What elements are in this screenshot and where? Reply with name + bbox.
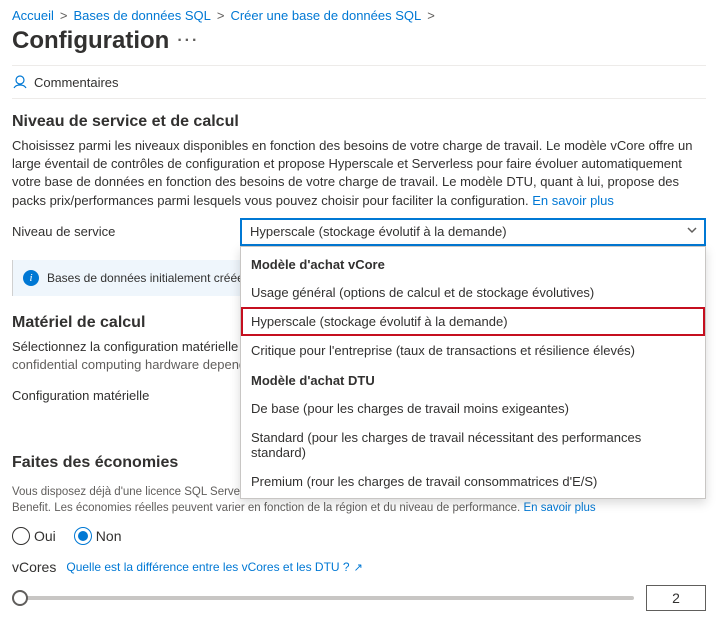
- hybrid-benefit-radio-group: Oui Non: [12, 527, 706, 545]
- service-tier-dropdown: Modèle d'achat vCore Usage général (opti…: [240, 246, 706, 499]
- service-tier-selected-value: Hyperscale (stockage évolutif à la deman…: [250, 224, 507, 239]
- option-general-purpose[interactable]: Usage général (options de calcul et de s…: [241, 278, 705, 307]
- tier-description: Choisissez parmi les niveaux disponibles…: [12, 137, 706, 210]
- savings-learn-more-link[interactable]: En savoir plus: [523, 502, 595, 514]
- tier-info-text: Bases de données initialement créées de: [47, 271, 266, 285]
- tier-learn-more-link[interactable]: En savoir plus: [532, 193, 614, 208]
- feedback-icon: [12, 74, 28, 90]
- feedback-button[interactable]: Commentaires: [34, 75, 119, 90]
- option-business-critical[interactable]: Critique pour l'entreprise (taux de tran…: [241, 336, 705, 365]
- vcores-slider[interactable]: [12, 596, 634, 600]
- vcores-diff-link[interactable]: Quelle est la différence entre les vCore…: [66, 560, 362, 574]
- hardware-config-label: Configuration matérielle: [12, 382, 232, 403]
- chevron-down-icon: [686, 224, 698, 239]
- option-hyperscale[interactable]: Hyperscale (stockage évolutif à la deman…: [241, 307, 705, 336]
- breadcrumb-home[interactable]: Accueil: [12, 8, 54, 23]
- tier-heading: Niveau de service et de calcul: [12, 113, 706, 131]
- service-tier-label: Niveau de service: [12, 218, 232, 239]
- service-tier-row: Niveau de service Hyperscale (stockage é…: [12, 218, 706, 246]
- page-title: Configuration ···: [12, 27, 706, 55]
- option-basic[interactable]: De base (pour les charges de travail moi…: [241, 394, 705, 423]
- breadcrumb-sql-databases[interactable]: Bases de données SQL: [74, 8, 211, 23]
- external-link-icon: ↗: [354, 561, 363, 574]
- dropdown-group-vcore: Modèle d'achat vCore: [241, 249, 705, 278]
- service-tier-select[interactable]: Hyperscale (stockage évolutif à la deman…: [240, 218, 706, 246]
- option-standard[interactable]: Standard (pour les charges de travail né…: [241, 423, 705, 467]
- info-icon: i: [23, 270, 39, 286]
- breadcrumb-sep: >: [425, 8, 437, 23]
- vcores-row: vCores Quelle est la différence entre le…: [12, 559, 706, 575]
- dropdown-group-dtu: Modèle d'achat DTU: [241, 365, 705, 394]
- option-premium[interactable]: Premium (rour les charges de travail con…: [241, 467, 705, 496]
- vcores-value-input[interactable]: 2: [646, 585, 706, 611]
- radio-yes[interactable]: Oui: [12, 527, 56, 545]
- breadcrumb-create-sql-db[interactable]: Créer une base de données SQL: [230, 8, 421, 23]
- more-actions-icon[interactable]: ···: [177, 32, 199, 50]
- radio-no[interactable]: Non: [74, 527, 122, 545]
- breadcrumb-sep: >: [215, 8, 227, 23]
- vcores-slider-row: 2: [12, 585, 706, 611]
- radio-no-label: Non: [96, 528, 122, 544]
- breadcrumb-sep: >: [58, 8, 70, 23]
- radio-yes-label: Oui: [34, 528, 56, 544]
- breadcrumb: Accueil > Bases de données SQL > Créer u…: [12, 8, 706, 23]
- vcores-slider-thumb[interactable]: [12, 590, 28, 606]
- command-bar: Commentaires: [12, 65, 706, 99]
- vcores-label: vCores: [12, 559, 56, 575]
